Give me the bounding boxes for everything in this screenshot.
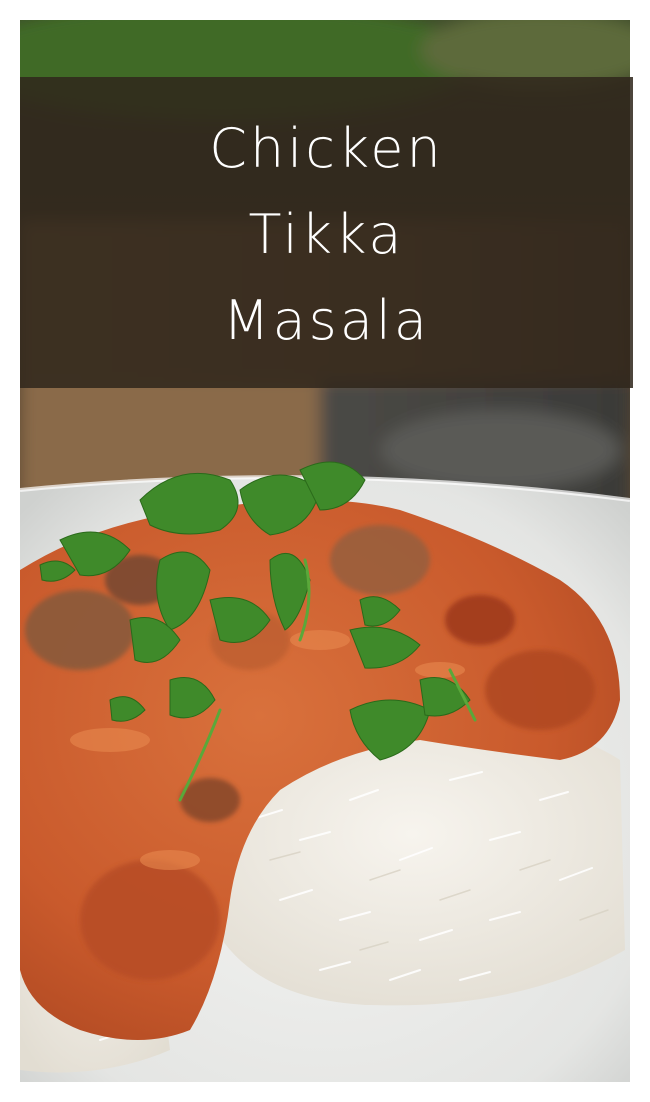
title-line-2: Tikka: [248, 202, 405, 266]
title-line-1: Chicken: [209, 116, 444, 180]
title-line-3: Masala: [223, 288, 430, 352]
title-banner: Chicken Tikka Masala: [20, 77, 633, 388]
